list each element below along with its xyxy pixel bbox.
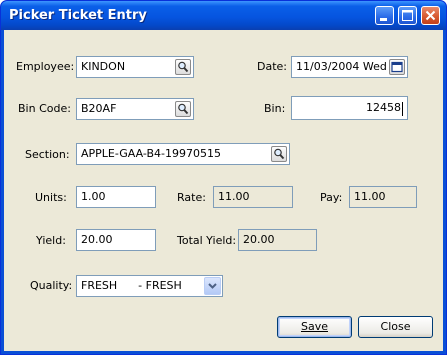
yield-value: 20.00 (81, 233, 113, 246)
minimize-button[interactable] (375, 6, 394, 25)
quality-label: Quality: (30, 279, 73, 292)
pay-field: 11.00 (349, 186, 417, 208)
section-lookup-button[interactable] (271, 146, 287, 162)
bin-code-label: Bin Code: (18, 102, 71, 115)
employee-value: KINDON (81, 60, 126, 73)
employee-field[interactable]: KINDON (76, 56, 194, 78)
date-value: 11/03/2004 Wed (296, 60, 387, 73)
title-bar[interactable]: Picker Ticket Entry (1, 1, 446, 30)
rate-label: Rate: (177, 191, 206, 204)
pay-value: 11.00 (354, 190, 386, 203)
date-picker-button[interactable] (389, 59, 405, 75)
date-field[interactable]: 11/03/2004 Wed (291, 56, 408, 78)
maximize-button[interactable] (398, 6, 417, 25)
picker-ticket-window: Picker Ticket Entry Employee: KINDON Dat… (0, 0, 447, 355)
close-button[interactable]: Close (358, 316, 433, 338)
bin-field[interactable]: 12458 (291, 96, 408, 120)
section-value: APPLE-GAA-B4-19970515 (81, 147, 221, 160)
magnifier-icon (178, 61, 189, 73)
close-button-label: Close (380, 320, 411, 333)
minimize-icon (380, 18, 387, 21)
bin-code-lookup-button[interactable] (175, 101, 191, 117)
date-label: Date: (257, 60, 287, 73)
rate-value: 11.00 (218, 190, 250, 203)
maximize-icon (402, 10, 413, 21)
employee-lookup-button[interactable] (175, 59, 191, 75)
total-yield-label: Total Yield: (177, 234, 237, 247)
total-yield-field: 20.00 (238, 229, 317, 251)
chevron-down-icon (208, 283, 217, 289)
bin-label: Bin: (264, 102, 286, 115)
quality-select[interactable]: FRESH - FRESH (76, 275, 223, 297)
employee-label: Employee: (16, 60, 75, 73)
bin-value: 12458 (366, 101, 401, 114)
save-button-label: Save (300, 320, 328, 333)
quality-dropdown-button[interactable] (204, 277, 221, 295)
quality-value: FRESH - FRESH (81, 279, 182, 292)
magnifier-icon (274, 148, 285, 160)
magnifier-icon (178, 103, 189, 115)
rate-field: 11.00 (213, 186, 293, 208)
bin-code-value: B20AF (81, 102, 117, 115)
pay-label: Pay: (320, 191, 343, 204)
close-icon (425, 10, 436, 21)
total-yield-value: 20.00 (243, 233, 275, 246)
text-caret (402, 102, 403, 116)
yield-field[interactable]: 20.00 (76, 229, 156, 251)
section-label: Section: (25, 148, 70, 161)
form-area: Employee: KINDON Date: 11/03/2004 Wed Bi (4, 30, 443, 351)
close-window-button[interactable] (421, 6, 440, 25)
units-value: 1.00 (81, 190, 106, 203)
save-button[interactable]: Save (277, 316, 352, 338)
yield-label: Yield: (36, 234, 66, 247)
calendar-icon (391, 61, 403, 73)
section-field[interactable]: APPLE-GAA-B4-19970515 (76, 143, 290, 165)
bin-code-field[interactable]: B20AF (76, 98, 194, 120)
units-field[interactable]: 1.00 (76, 186, 156, 208)
window-title: Picker Ticket Entry (9, 8, 147, 23)
units-label: Units: (35, 191, 67, 204)
